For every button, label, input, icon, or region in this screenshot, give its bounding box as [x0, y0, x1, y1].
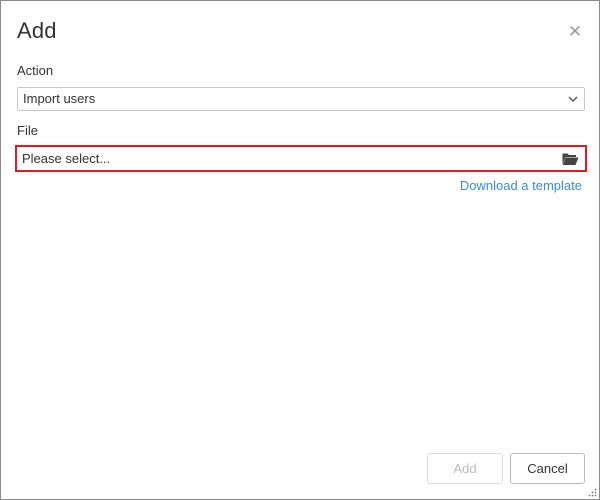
close-icon[interactable]: ✕ — [565, 23, 585, 43]
add-dialog: Add ✕ Action Import users File Please se… — [0, 0, 600, 500]
folder-open-icon[interactable] — [562, 152, 579, 166]
action-select[interactable]: Import users — [17, 87, 585, 111]
resize-grip-icon[interactable] — [588, 488, 597, 497]
chevron-down-icon — [568, 96, 578, 102]
action-select-value: Import users — [23, 91, 96, 106]
file-input[interactable]: Please select... — [15, 145, 587, 172]
dialog-title: Add — [17, 18, 57, 43]
file-placeholder: Please select... — [22, 151, 111, 166]
action-label: Action — [17, 63, 54, 78]
add-button[interactable]: Add — [427, 453, 503, 484]
cancel-button[interactable]: Cancel — [510, 453, 585, 484]
download-template-link[interactable]: Download a template — [460, 178, 582, 193]
file-label: File — [17, 123, 38, 138]
